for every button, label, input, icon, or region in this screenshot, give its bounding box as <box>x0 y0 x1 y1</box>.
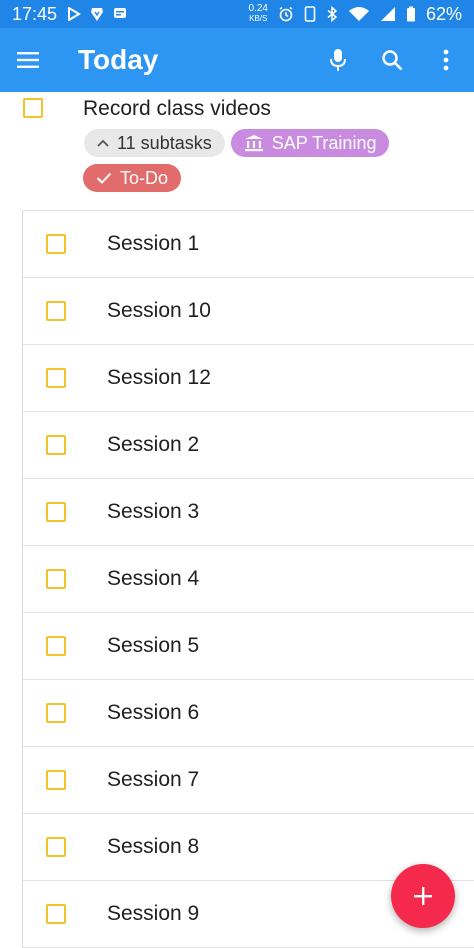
subtask-checkbox[interactable] <box>46 502 66 522</box>
subtask-label: Session 2 <box>107 433 200 456</box>
message-icon <box>114 8 127 18</box>
subtask-label: Session 12 <box>107 366 211 389</box>
label-chip[interactable]: To-Do <box>83 164 182 192</box>
cell-signal-icon <box>380 7 395 21</box>
subtask-row[interactable]: Session 1 <box>23 211 474 278</box>
parent-task-chips: 11 subtasks SAP Training <box>84 129 390 157</box>
wifi-icon <box>348 7 369 21</box>
bluetooth-icon <box>327 6 338 22</box>
battery-icon <box>406 6 415 22</box>
subtask-checkbox[interactable] <box>46 770 66 790</box>
subtask-row[interactable]: Session 10 <box>23 278 474 345</box>
subtask-row[interactable]: Session 12 <box>23 345 474 412</box>
parent-task-labels: To-Do <box>83 164 182 192</box>
subtask-label: Session 7 <box>107 768 200 791</box>
search-button[interactable] <box>378 46 406 74</box>
subtask-label: Session 6 <box>107 701 200 724</box>
app-bar-actions <box>324 46 460 74</box>
subtask-list: Session 1 Session 10 Session 12 Session … <box>22 210 474 948</box>
add-task-fab[interactable] <box>391 864 455 928</box>
subtask-checkbox[interactable] <box>46 703 66 723</box>
status-system-icons: 0.24 KB/S 62% <box>249 4 463 25</box>
subtasks-toggle-chip[interactable]: 11 subtasks <box>84 129 225 157</box>
network-speed-unit: KB/S <box>249 14 268 23</box>
more-options-button[interactable] <box>432 46 460 74</box>
subtask-label: Session 5 <box>107 634 200 657</box>
subtask-label: Session 9 <box>107 902 200 925</box>
play-icon <box>68 7 81 21</box>
search-icon <box>382 50 403 71</box>
battery-percent: 62% <box>425 3 462 24</box>
menu-button[interactable] <box>14 46 42 74</box>
chevron-up-icon <box>97 139 109 147</box>
subtask-checkbox[interactable] <box>46 368 66 388</box>
subtask-row[interactable]: Session 7 <box>23 747 474 814</box>
network-speed: 0.24 KB/S <box>249 4 268 24</box>
subtask-row[interactable]: Session 3 <box>23 479 474 546</box>
subtask-checkbox[interactable] <box>46 837 66 857</box>
more-vert-icon <box>443 49 449 71</box>
subtask-label: Session 1 <box>107 232 200 255</box>
network-speed-value: 0.24 <box>248 3 268 14</box>
microphone-icon <box>330 49 346 71</box>
subtask-checkbox[interactable] <box>46 234 66 254</box>
label-chip-text: To-Do <box>120 167 169 188</box>
subtask-row[interactable]: Session 2 <box>23 412 474 479</box>
subtask-checkbox[interactable] <box>46 301 66 321</box>
voice-input-button[interactable] <box>324 46 352 74</box>
check-icon <box>96 172 112 184</box>
subtask-row[interactable]: Session 6 <box>23 680 474 747</box>
subtask-checkbox[interactable] <box>46 636 66 656</box>
project-chip-label: SAP Training <box>271 132 377 153</box>
parent-task-checkbox[interactable] <box>23 98 43 118</box>
subtask-row[interactable]: Session 5 <box>23 613 474 680</box>
app-bar: Today <box>0 28 474 92</box>
subtask-checkbox[interactable] <box>46 904 66 924</box>
project-bank-icon <box>244 135 263 152</box>
project-chip[interactable]: SAP Training <box>230 129 390 157</box>
subtask-checkbox[interactable] <box>46 435 66 455</box>
page-title: Today <box>78 44 159 75</box>
subtask-label: Session 10 <box>107 299 211 322</box>
brave-icon <box>91 8 104 21</box>
status-notification-icons <box>67 6 127 22</box>
subtask-label: Session 4 <box>107 567 200 590</box>
alarm-icon <box>279 6 293 22</box>
subtask-label: Session 3 <box>107 500 200 523</box>
phone-icon <box>304 6 316 22</box>
status-time: 17:45 <box>12 3 58 24</box>
plus-icon <box>414 887 432 905</box>
subtasks-count-label: 11 subtasks <box>117 132 212 153</box>
subtask-checkbox[interactable] <box>46 569 66 589</box>
menu-icon <box>17 52 39 68</box>
subtask-row[interactable]: Session 4 <box>23 546 474 613</box>
parent-task-title[interactable]: Record class videos <box>83 97 271 121</box>
status-bar: 17:45 0.24 KB/S 62% <box>0 0 474 28</box>
subtask-label: Session 8 <box>107 835 200 858</box>
